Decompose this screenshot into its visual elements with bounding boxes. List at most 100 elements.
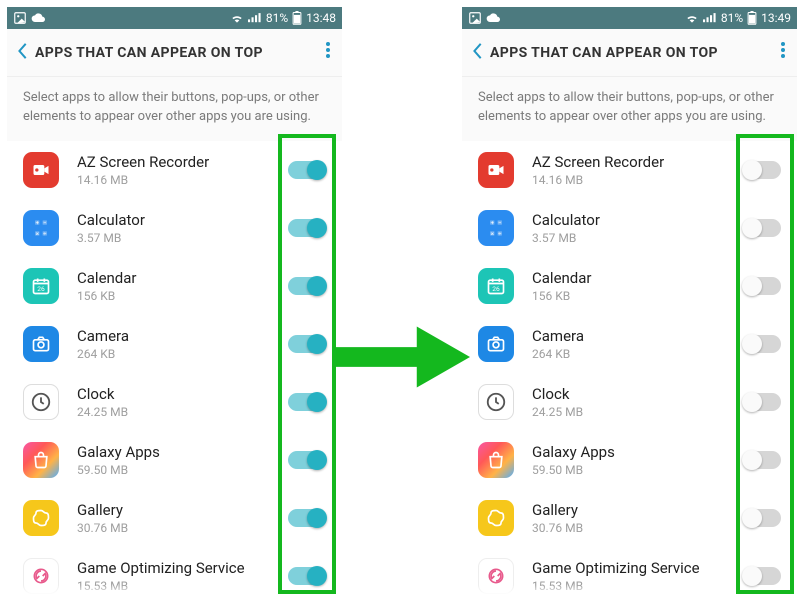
app-info: AZ Screen Recorder 14.16 MB [59, 153, 288, 187]
status-bar: 81% 13:48 [7, 7, 342, 29]
app-row[interactable]: 26 Calendar 156 KB [7, 257, 342, 315]
app-row[interactable]: Gallery30.76 MB [7, 489, 342, 547]
page-title: APPS THAT CAN APPEAR ON TOP [35, 45, 324, 61]
permission-toggle[interactable] [743, 567, 781, 585]
battery-percentage: 81% [266, 11, 288, 25]
permission-toggle[interactable] [288, 393, 326, 411]
app-size-label: 264 KB [77, 347, 288, 361]
galaxy-apps-icon [478, 442, 514, 478]
app-row[interactable]: Camera264 KB [462, 315, 797, 373]
app-info: AZ Screen Recorder14.16 MB [514, 153, 743, 187]
app-row[interactable]: +−×÷Calculator3.57 MB [7, 199, 342, 257]
wifi-icon [230, 12, 244, 24]
cloud-icon [486, 12, 502, 24]
app-row[interactable]: AZ Screen Recorder 14.16 MB [7, 141, 342, 199]
battery-percentage: 81% [721, 11, 743, 25]
permission-toggle[interactable] [288, 219, 326, 237]
app-size-label: 14.16 MB [532, 173, 743, 187]
app-info: Gallery30.76 MB [59, 501, 288, 535]
title-bar: APPS THAT CAN APPEAR ON TOP [462, 29, 797, 77]
permission-toggle[interactable] [743, 335, 781, 353]
title-bar: APPS THAT CAN APPEAR ON TOP [7, 29, 342, 77]
permission-toggle[interactable] [288, 509, 326, 527]
permission-toggle[interactable] [288, 451, 326, 469]
signal-icon [248, 12, 262, 24]
app-name-label: Galaxy Apps [77, 443, 288, 461]
app-row[interactable]: Gallery30.76 MB [462, 489, 797, 547]
app-row[interactable]: 26Calendar156 KB [462, 257, 797, 315]
app-name-label: Clock [532, 385, 743, 403]
status-time: 13:49 [761, 11, 791, 25]
app-name-label: Gallery [532, 501, 743, 519]
app-name-label: Camera [77, 327, 288, 345]
app-size-label: 24.25 MB [77, 405, 288, 419]
back-button[interactable] [472, 41, 490, 65]
app-size-label: 3.57 MB [77, 231, 288, 245]
app-info: Camera264 KB [514, 327, 743, 361]
permission-toggle[interactable] [743, 393, 781, 411]
status-bar: 81% 13:49 [462, 7, 797, 29]
screen-recorder-icon [478, 152, 514, 188]
battery-icon [292, 11, 302, 25]
permission-toggle[interactable] [743, 509, 781, 527]
svg-text:26: 26 [492, 285, 500, 293]
app-name-label: Calculator [532, 211, 743, 229]
fade [7, 585, 342, 595]
app-size-label: 14.16 MB [77, 173, 288, 187]
permission-toggle[interactable] [288, 161, 326, 179]
svg-text:−: − [498, 220, 501, 226]
app-size-label: 264 KB [532, 347, 743, 361]
app-row[interactable]: Clock 24.25 MB [462, 373, 797, 431]
back-button[interactable] [17, 41, 35, 65]
app-size-label: 156 KB [77, 289, 288, 303]
svg-text:×: × [36, 231, 39, 237]
app-name-label: Galaxy Apps [532, 443, 743, 461]
app-info: Camera 264 KB [59, 327, 288, 361]
permission-toggle[interactable] [288, 335, 326, 353]
camera-icon [478, 326, 514, 362]
app-row[interactable]: +−×÷Calculator3.57 MB [462, 199, 797, 257]
app-size-label: 24.25 MB [532, 405, 743, 419]
battery-icon [747, 11, 757, 25]
app-row[interactable]: Galaxy Apps 59.50 MB [462, 431, 797, 489]
status-time: 13:48 [306, 11, 336, 25]
permission-toggle[interactable] [743, 161, 781, 179]
phone-screenshot-left: 81% 13:48 APPS THAT CAN APPEAR ON TOP Se… [7, 7, 342, 595]
app-name-label: Clock [77, 385, 288, 403]
app-size-label: 59.50 MB [532, 463, 743, 477]
gallery-icon [23, 500, 59, 536]
app-row[interactable]: AZ Screen Recorder14.16 MB [462, 141, 797, 199]
app-info: Galaxy Apps 59.50 MB [59, 443, 288, 477]
svg-text:×: × [491, 231, 494, 237]
clock-icon [478, 384, 514, 420]
permission-toggle[interactable] [743, 219, 781, 237]
clock-icon [23, 384, 59, 420]
permission-toggle[interactable] [743, 277, 781, 295]
app-list-left: AZ Screen Recorder 14.16 MB +−×÷Calculator… [7, 141, 342, 595]
app-name-label: Calendar [77, 269, 288, 287]
permission-toggle[interactable] [288, 277, 326, 295]
permission-toggle[interactable] [743, 451, 781, 469]
app-info: Calendar 156 KB [59, 269, 288, 303]
app-list-right: AZ Screen Recorder14.16 MB+−×÷Calculator… [462, 141, 797, 595]
overflow-menu-button[interactable] [324, 42, 332, 63]
image-icon [468, 11, 482, 25]
app-size-label: 59.50 MB [77, 463, 288, 477]
galaxy-apps-icon [23, 442, 59, 478]
permission-toggle[interactable] [288, 567, 326, 585]
calendar-icon: 26 [478, 268, 514, 304]
app-row[interactable]: Clock 24.25 MB [7, 373, 342, 431]
gallery-icon [478, 500, 514, 536]
overflow-menu-button[interactable] [779, 42, 787, 63]
app-size-label: 3.57 MB [532, 231, 743, 245]
app-info: Galaxy Apps 59.50 MB [514, 443, 743, 477]
app-row[interactable]: Galaxy Apps 59.50 MB [7, 431, 342, 489]
page-description: Select apps to allow their buttons, pop-… [462, 77, 797, 141]
calendar-icon: 26 [23, 268, 59, 304]
app-row[interactable]: Camera 264 KB [7, 315, 342, 373]
app-name-label: Game Optimizing Service [532, 559, 743, 577]
page-title: APPS THAT CAN APPEAR ON TOP [490, 45, 779, 61]
image-icon [13, 11, 27, 25]
app-name-label: AZ Screen Recorder [77, 153, 288, 171]
screen-recorder-icon [23, 152, 59, 188]
